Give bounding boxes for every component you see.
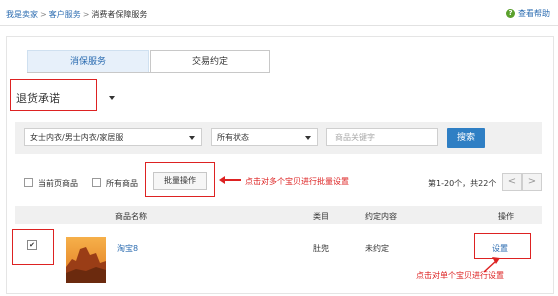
breadcrumb-item-customer-service[interactable]: 客户服务 <box>49 10 81 19</box>
status-select-value: 所有状态 <box>217 133 249 142</box>
product-category: 肚兜 <box>313 244 329 253</box>
breadcrumb-item-current: 消费者保障服务 <box>91 10 148 19</box>
select-current-page-checkbox[interactable] <box>24 178 33 187</box>
select-current-page-label: 当前页商品 <box>38 179 78 188</box>
product-name-link[interactable]: 淘宝8 <box>117 243 138 254</box>
chevron-down-icon <box>305 136 311 140</box>
pagination-info: 第1-20个，共22个 <box>428 179 497 188</box>
promise-dropdown[interactable]: 退货承诺 <box>16 90 60 106</box>
header-divider <box>0 25 558 26</box>
tab-divider <box>27 72 270 73</box>
column-header-promise: 约定内容 <box>365 212 397 221</box>
help-icon: ? <box>506 9 515 18</box>
row-annotation: 点击对单个宝贝进行设置 <box>416 271 504 280</box>
column-header-category: 类目 <box>313 212 329 221</box>
category-select-value: 女士内衣/男士内衣/家居服 <box>30 133 124 142</box>
category-select[interactable]: 女士内衣/男士内衣/家居服 <box>24 128 202 146</box>
product-thumbnail[interactable] <box>66 237 106 283</box>
keyword-input[interactable]: 商品关键字 <box>326 128 438 146</box>
row-checkbox[interactable]: ✔ <box>27 240 37 250</box>
tab-consumer-protection[interactable]: 消保服务 <box>27 50 149 73</box>
select-all-label: 所有商品 <box>106 179 138 188</box>
column-header-name: 商品名称 <box>115 212 147 221</box>
status-select[interactable]: 所有状态 <box>211 128 318 146</box>
search-button[interactable]: 搜索 <box>447 128 485 148</box>
breadcrumb-separator: > <box>40 10 47 19</box>
help-link[interactable]: ? 查看帮助 <box>506 8 550 19</box>
annotation-arrow-line <box>225 179 241 181</box>
batch-annotation: 点击对多个宝贝进行批量设置 <box>245 177 349 186</box>
next-page-button[interactable]: > <box>522 173 542 191</box>
select-all-checkbox[interactable] <box>92 178 101 187</box>
product-thumbnail-image <box>66 237 106 283</box>
chevron-down-icon[interactable] <box>109 96 115 100</box>
tab-trade-agreement[interactable]: 交易约定 <box>150 50 270 73</box>
breadcrumb: 我是卖家 > 客户服务 > 消费者保障服务 <box>6 9 147 20</box>
breadcrumb-separator: > <box>82 10 90 19</box>
column-header-action: 操作 <box>498 212 514 221</box>
chevron-down-icon <box>189 136 195 140</box>
product-promise: 未约定 <box>365 244 389 253</box>
set-button[interactable]: 设置 <box>492 243 508 254</box>
help-label: 查看帮助 <box>518 9 550 18</box>
prev-page-button[interactable]: < <box>502 173 522 191</box>
table-header <box>15 206 542 224</box>
breadcrumb-item-seller[interactable]: 我是卖家 <box>6 10 38 19</box>
batch-operation-button[interactable]: 批量操作 <box>153 172 207 190</box>
